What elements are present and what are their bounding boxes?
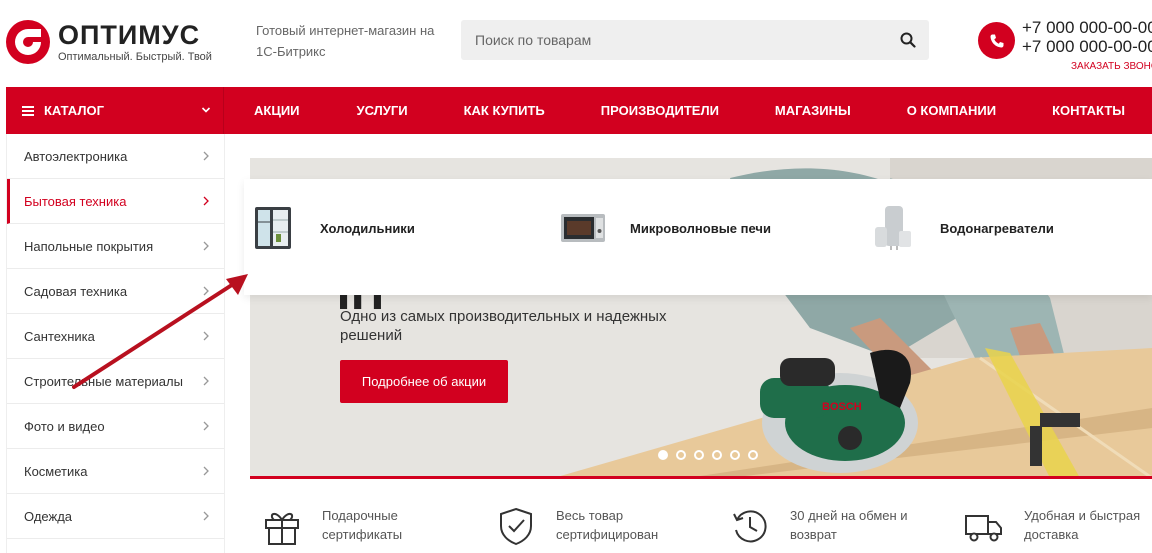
- chevron-right-icon: [203, 151, 209, 161]
- slider-dot[interactable]: [748, 450, 758, 460]
- slider-dot[interactable]: [730, 450, 740, 460]
- nav-link-sales[interactable]: АКЦИИ: [254, 87, 300, 134]
- phone-number-2[interactable]: +7 000 000-00-00: [1022, 37, 1152, 56]
- gift-icon: [265, 513, 299, 545]
- sidebar-item-label: Напольные покрытия: [24, 238, 154, 254]
- nav-link-services[interactable]: УСЛУГИ: [357, 87, 408, 134]
- logo-slogan: Оптимальный. Быстрый. Твой: [58, 50, 212, 63]
- chevron-down-icon: [201, 107, 211, 113]
- feature-text: Подарочные сертификаты: [322, 508, 403, 542]
- slider-dot[interactable]: [658, 450, 668, 460]
- sidebar-item-clothing[interactable]: Одежда: [7, 494, 224, 539]
- sidebar-item-building-materials[interactable]: Строительные материалы: [7, 359, 224, 404]
- search-box: [461, 20, 929, 60]
- phone-icon[interactable]: [978, 22, 1015, 59]
- slider-dot[interactable]: [694, 450, 704, 460]
- sidebar-item-plumbing[interactable]: Сантехника: [7, 314, 224, 359]
- nav-links: АКЦИИ УСЛУГИ КАК КУПИТЬ ПРОИЗВОДИТЕЛИ МА…: [225, 87, 1125, 134]
- logo[interactable]: ОПТИМУС Оптимальный. Быстрый. Твой: [6, 18, 221, 66]
- feature-text: Весь товар сертифицирован: [556, 508, 659, 542]
- submenu-label: Холодильники: [320, 220, 415, 236]
- sidebar-item-label: Садовая техника: [24, 283, 128, 299]
- nav-link-brands[interactable]: ПРОИЗВОДИТЕЛИ: [601, 87, 719, 134]
- submenu-label: Микроволновые печи: [630, 220, 771, 236]
- nav-link-about[interactable]: О КОМПАНИИ: [907, 87, 996, 134]
- sidebar-item-photo-video[interactable]: Фото и видео: [7, 404, 224, 449]
- truck-icon: [965, 515, 1002, 542]
- chevron-right-icon: [203, 421, 209, 431]
- sidebar-item-label: Фото и видео: [24, 418, 105, 434]
- search-input[interactable]: [461, 20, 887, 60]
- tagline: Готовый интернет-магазин на 1С-Битрикс: [256, 23, 435, 59]
- menu-icon: [22, 105, 34, 116]
- sidebar-item-garden[interactable]: Садовая техника: [7, 269, 224, 314]
- promo-details-button[interactable]: Подробнее об акции: [340, 360, 508, 403]
- chevron-right-icon: [203, 286, 209, 296]
- sidebar-item-label: Бытовая техника: [24, 193, 127, 209]
- chevron-right-icon: [203, 196, 209, 206]
- phone-number-1[interactable]: +7 000 000-00-00: [1022, 18, 1152, 37]
- sidebar-item-cosmetics[interactable]: Косметика: [7, 449, 224, 494]
- sidebar-item-label: Строительные материалы: [24, 373, 183, 389]
- submenu-item-fridges[interactable]: Холодильники: [244, 201, 415, 255]
- chevron-right-icon: [203, 241, 209, 251]
- search-button[interactable]: [887, 20, 929, 60]
- feature-delivery: Удобная и быстрая доставка: [964, 506, 1152, 546]
- sidebar-item-home-appliances[interactable]: Бытовая техника: [7, 179, 224, 224]
- main-nav: КАТАЛОГ АКЦИИ УСЛУГИ КАК КУПИТЬ ПРОИЗВОД…: [6, 87, 1152, 134]
- chevron-right-icon: [203, 511, 209, 521]
- callback-link[interactable]: ЗАКАЗАТЬ ЗВОНОК: [1071, 61, 1152, 72]
- logo-mark-icon: [6, 20, 50, 64]
- microwave-icon: [554, 201, 612, 255]
- sidebar-item-label: Сантехника: [24, 328, 95, 344]
- sidebar-item-label: Одежда: [24, 508, 73, 524]
- submenu-item-water-heaters[interactable]: Водонагреватели: [864, 201, 1054, 255]
- slider-dot[interactable]: [676, 450, 686, 460]
- sidebar-item-flooring[interactable]: Напольные покрытия: [7, 224, 224, 269]
- feature-text: Удобная и быстрая доставка: [1024, 508, 1141, 542]
- header: ОПТИМУС Оптимальный. Быстрый. Твой Готов…: [0, 0, 1152, 87]
- saw-brand-text: BOSCH: [822, 401, 862, 413]
- feature-gift-certificates: Подарочные сертификаты: [262, 506, 452, 546]
- nav-link-how-to-buy[interactable]: КАК КУПИТЬ: [464, 87, 545, 134]
- chevron-right-icon: [203, 376, 209, 386]
- nav-link-contacts[interactable]: КОНТАКТЫ: [1052, 87, 1125, 134]
- sidebar-item-auto-electronics[interactable]: Автоэлектроника: [7, 134, 224, 179]
- shield-check-icon: [500, 507, 532, 546]
- submenu-item-microwaves[interactable]: Микроволновые печи: [554, 201, 771, 255]
- catalog-sidebar: Автоэлектроника Бытовая техника Напольны…: [6, 134, 225, 553]
- sidebar-item-label: Автоэлектроника: [24, 148, 128, 164]
- nav-link-stores[interactable]: МАГАЗИНЫ: [775, 87, 851, 134]
- search-icon: [900, 32, 916, 48]
- slider-dots: [658, 450, 766, 460]
- feature-returns: 30 дней на обмен и возврат: [730, 506, 920, 546]
- fridge-icon: [244, 201, 302, 255]
- logo-name: ОПТИМУС: [58, 19, 201, 50]
- features-bar: Подарочные сертификаты Весь товар сертиф…: [250, 490, 1152, 553]
- catalog-submenu: Холодильники Микроволновые печи Водонагр…: [244, 179, 1152, 295]
- history-icon: [733, 510, 767, 543]
- sidebar-item-label: Косметика: [24, 463, 88, 479]
- slider-dot[interactable]: [712, 450, 722, 460]
- submenu-label: Водонагреватели: [940, 220, 1054, 236]
- feature-certified: Весь товар сертифицирован: [496, 506, 686, 546]
- banner-subtitle: Одно из самых производительных и надежны…: [340, 308, 667, 344]
- catalog-label: КАТАЛОГ: [44, 103, 104, 118]
- chevron-right-icon: [203, 466, 209, 476]
- phone-numbers: +7 000 000-00-00 +7 000 000-00-00: [1022, 18, 1152, 56]
- feature-text: 30 дней на обмен и возврат: [790, 508, 908, 542]
- chevron-right-icon: [203, 331, 209, 341]
- water-heater-icon: [864, 201, 922, 255]
- catalog-button[interactable]: КАТАЛОГ: [6, 87, 224, 134]
